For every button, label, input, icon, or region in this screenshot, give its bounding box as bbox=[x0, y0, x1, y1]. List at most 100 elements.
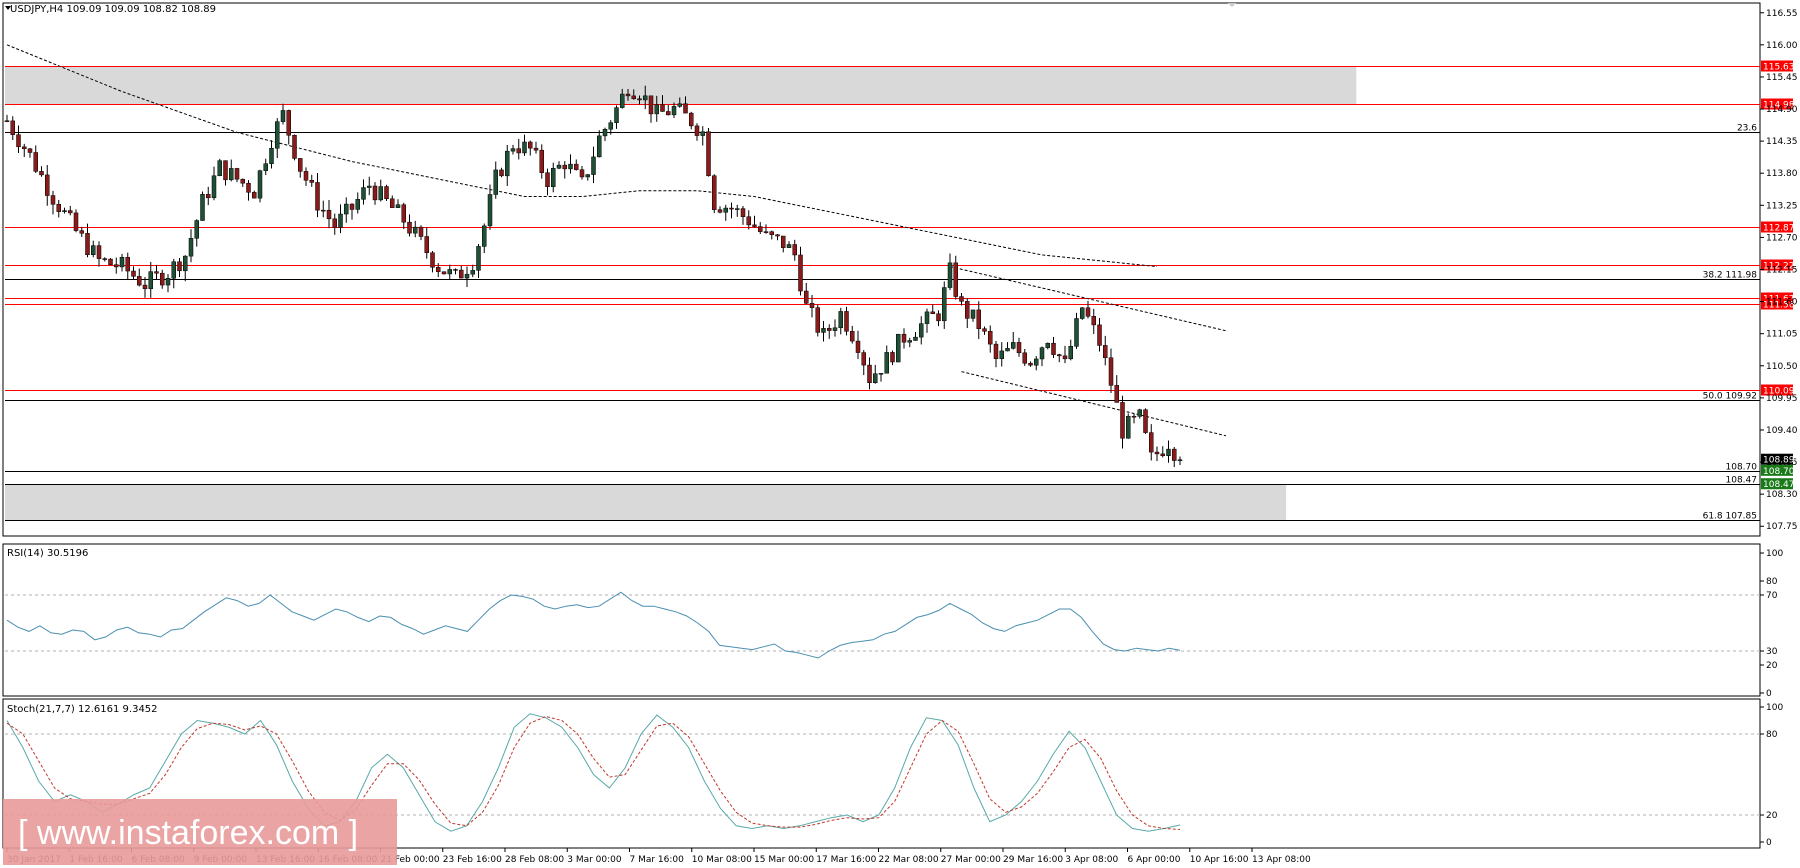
candle-body bbox=[62, 210, 67, 212]
candle-body bbox=[22, 146, 27, 150]
candle-body bbox=[625, 93, 631, 97]
candle-body bbox=[999, 350, 1004, 359]
axis-label-2: 70 bbox=[1766, 591, 1778, 601]
stoch-title: Stoch(21,7,7) 12.6161 9.3452 bbox=[7, 704, 158, 715]
candle-body bbox=[901, 333, 907, 343]
price-tick-label-10: 111.05 bbox=[1766, 330, 1798, 340]
candle-body bbox=[821, 328, 826, 333]
candle-body bbox=[1149, 432, 1154, 453]
candle-body bbox=[666, 111, 671, 116]
candle-body bbox=[1016, 342, 1022, 354]
candle-body bbox=[326, 209, 332, 220]
candle-body bbox=[729, 207, 734, 210]
candle-body bbox=[752, 224, 757, 227]
candle-body bbox=[1074, 318, 1079, 347]
candle-body bbox=[217, 160, 222, 177]
price-tick-label-11: 110.50 bbox=[1766, 362, 1798, 372]
candle-body bbox=[775, 234, 780, 237]
candle-body bbox=[735, 208, 740, 210]
time-tick-label-9: 3 Mar 00:00 bbox=[567, 855, 622, 865]
candle-body bbox=[154, 271, 159, 274]
candle-body bbox=[200, 194, 205, 221]
watermark: [ www.instaforex.com ] bbox=[3, 799, 397, 865]
price-tick-label-5: 113.80 bbox=[1766, 169, 1798, 179]
candle-body bbox=[896, 333, 901, 363]
candle-body bbox=[574, 163, 579, 170]
candle-body bbox=[1126, 415, 1131, 439]
candle-body bbox=[487, 194, 493, 227]
candle-body bbox=[804, 290, 809, 304]
candle-body bbox=[878, 373, 884, 375]
candle-body bbox=[585, 174, 590, 178]
candle-body bbox=[160, 272, 165, 286]
candle-body bbox=[436, 267, 441, 272]
candle-body bbox=[493, 169, 498, 195]
candle-body bbox=[1051, 342, 1056, 355]
candle-body bbox=[119, 257, 125, 268]
axis-label-1: 80 bbox=[1766, 577, 1778, 587]
candle-body bbox=[401, 204, 406, 223]
candle-body bbox=[614, 107, 619, 123]
candle-body bbox=[660, 104, 665, 112]
candle-body bbox=[942, 287, 947, 322]
candle-body bbox=[694, 125, 700, 136]
candle-body bbox=[798, 254, 803, 292]
candle-body bbox=[712, 175, 717, 210]
candle-body bbox=[68, 210, 73, 214]
price-tick-label-0: 116.55 bbox=[1766, 9, 1798, 19]
candle-body bbox=[85, 233, 90, 255]
time-tick-label-15: 27 Mar 00:00 bbox=[941, 855, 1001, 865]
candle-body bbox=[384, 186, 389, 200]
candle-body bbox=[947, 262, 953, 288]
time-tick-label-17: 3 Apr 08:00 bbox=[1065, 855, 1118, 865]
candle-body bbox=[562, 164, 567, 170]
candle-body bbox=[349, 203, 355, 210]
candle-body bbox=[689, 112, 694, 127]
candle-body bbox=[631, 95, 636, 99]
candle-body bbox=[188, 238, 194, 257]
candle-body bbox=[413, 226, 418, 234]
candle-body bbox=[407, 221, 412, 234]
level-label-5: 38.2 111.98 bbox=[1703, 271, 1758, 281]
candle-body bbox=[338, 213, 343, 228]
price-tick-label-15: 108.30 bbox=[1766, 490, 1798, 500]
candle-body bbox=[372, 185, 378, 201]
candle-body bbox=[769, 231, 774, 235]
candle-body bbox=[505, 150, 510, 177]
candle-body bbox=[1097, 324, 1102, 346]
candle-body bbox=[700, 131, 705, 136]
candle-body bbox=[1039, 347, 1045, 360]
candle-body bbox=[591, 156, 596, 175]
candle-body bbox=[545, 172, 550, 187]
candle-body bbox=[1068, 346, 1073, 360]
candle-body bbox=[257, 170, 263, 199]
candle-body bbox=[246, 182, 251, 193]
candle-body bbox=[890, 352, 895, 363]
time-tick-label-10: 7 Mar 16:00 bbox=[630, 855, 685, 865]
level-label-2: 23.6 bbox=[1737, 124, 1757, 134]
candle-body bbox=[1034, 358, 1039, 366]
time-tick-label-7: 23 Feb 16:00 bbox=[443, 855, 502, 865]
candle-body bbox=[303, 171, 309, 181]
candle-body bbox=[263, 163, 268, 171]
price-tick-label-6: 113.25 bbox=[1766, 201, 1798, 211]
candle-body bbox=[551, 168, 556, 187]
candle-body bbox=[459, 269, 464, 279]
candle-body bbox=[844, 311, 849, 332]
candle-body bbox=[96, 245, 102, 259]
price-tick-label-4: 114.35 bbox=[1766, 137, 1798, 147]
candle-body bbox=[763, 231, 769, 233]
candle-body bbox=[982, 328, 987, 332]
axis-label-0: 100 bbox=[1766, 549, 1783, 559]
candle-body bbox=[45, 174, 50, 196]
price-tick-label-13: 109.40 bbox=[1766, 426, 1798, 436]
candle-body bbox=[1166, 448, 1171, 456]
candle-body bbox=[286, 110, 291, 136]
candle-body bbox=[930, 311, 935, 315]
candle-body bbox=[355, 199, 360, 210]
candle-body bbox=[56, 204, 61, 212]
axis-label-4: 20 bbox=[1766, 661, 1778, 671]
candle-body bbox=[125, 257, 130, 272]
candle-body bbox=[1143, 409, 1148, 433]
price-badges: 108.89108.70 108.47 bbox=[1761, 453, 1795, 490]
